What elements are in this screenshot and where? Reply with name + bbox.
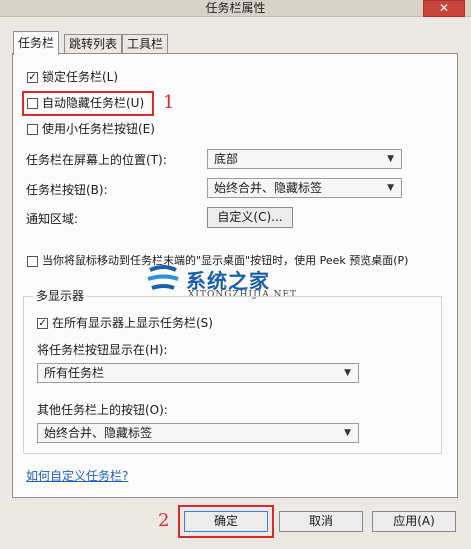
- chevron-down-icon: ▼: [344, 428, 351, 438]
- customize-notification-button[interactable]: 自定义(C)...: [207, 207, 293, 228]
- lock-taskbar-checkbox[interactable]: ✓: [27, 72, 38, 83]
- tab-toolbars[interactable]: 工具栏: [122, 34, 169, 54]
- annotation-box-ok: [178, 505, 274, 538]
- notification-area-label: 通知区域:: [26, 212, 79, 226]
- taskbar-location-value: 底部: [214, 152, 239, 166]
- chevron-down-icon: ▼: [344, 368, 351, 378]
- watermark-logo-icon: [147, 265, 179, 290]
- annotation-number-2: 2: [158, 510, 170, 531]
- taskbar-location-label: 任务栏在屏幕上的位置(T):: [26, 153, 167, 167]
- window-title: 任务栏属性: [205, 1, 266, 15]
- peek-checkbox[interactable]: [27, 256, 38, 267]
- check-icon: ✓: [38, 318, 47, 329]
- show-all-displays-checkbox[interactable]: ✓: [37, 318, 48, 329]
- annotation-number-1: 1: [163, 92, 175, 113]
- multi-display-title: 多显示器: [33, 288, 88, 304]
- apply-button[interactable]: 应用(A): [372, 511, 456, 532]
- title-bar: 任务栏属性 ✕: [0, 0, 471, 17]
- chevron-down-icon: ▼: [387, 154, 394, 164]
- taskbar-buttons-select[interactable]: 始终合并、隐藏标签 ▼: [207, 178, 402, 198]
- other-buttons-select[interactable]: 始终合并、隐藏标签 ▼: [37, 423, 359, 443]
- show-buttons-on-label: 将任务栏按钮显示在(H):: [37, 343, 168, 357]
- show-buttons-on-select[interactable]: 所有任务栏 ▼: [37, 363, 359, 383]
- small-buttons-checkbox[interactable]: [27, 124, 38, 135]
- tab-jump-lists[interactable]: 跳转列表: [64, 34, 123, 54]
- taskbar-buttons-value: 始终合并、隐藏标签: [214, 181, 323, 195]
- chevron-down-icon: ▼: [387, 183, 394, 193]
- customize-taskbar-help-link[interactable]: 如何自定义任务栏?: [26, 467, 128, 484]
- other-buttons-value: 始终合并、隐藏标签: [44, 426, 153, 440]
- other-buttons-label: 其他任务栏上的按钮(O):: [37, 403, 168, 417]
- cancel-button[interactable]: 取消: [279, 511, 363, 532]
- taskbar-location-select[interactable]: 底部 ▼: [207, 149, 402, 169]
- tab-taskbar[interactable]: 任务栏: [13, 31, 60, 55]
- check-icon: ✓: [28, 72, 37, 83]
- close-icon: ✕: [438, 1, 450, 15]
- annotation-box-autohide: [22, 91, 154, 116]
- lock-taskbar-label: 锁定任务栏(L): [42, 70, 119, 84]
- taskbar-buttons-label: 任务栏按钮(B):: [26, 183, 108, 197]
- show-buttons-on-value: 所有任务栏: [44, 366, 105, 380]
- small-buttons-label: 使用小任务栏按钮(E): [42, 122, 155, 136]
- close-button[interactable]: ✕: [423, 0, 465, 17]
- show-all-displays-label: 在所有显示器上显示任务栏(S): [52, 316, 213, 330]
